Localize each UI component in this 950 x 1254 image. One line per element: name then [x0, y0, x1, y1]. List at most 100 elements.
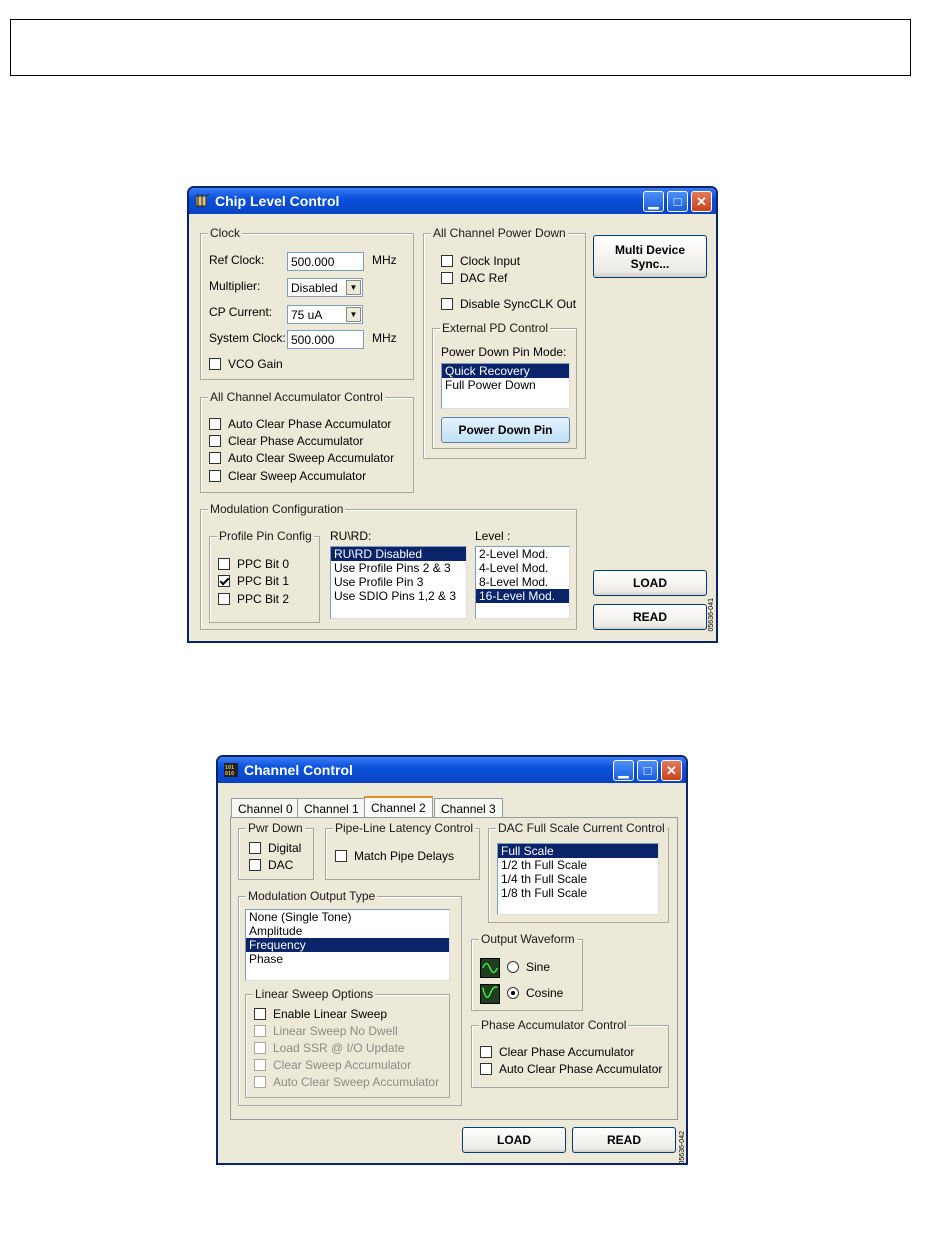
cp-current-select[interactable]: 75 uA ▼	[287, 305, 363, 324]
modulation-output-list[interactable]: None (Single Tone) Amplitude Frequency P…	[245, 909, 450, 981]
vco-gain-checkbox[interactable]: VCO Gain	[209, 357, 283, 371]
checkbox-box[interactable]	[480, 1046, 492, 1058]
minimize-icon[interactable]: ▁	[613, 760, 634, 781]
list-item[interactable]: Use Profile Pins 2 & 3	[331, 561, 466, 575]
checkbox-box[interactable]	[335, 850, 347, 862]
minimize-icon[interactable]: ▁	[643, 191, 664, 212]
list-item[interactable]: Frequency	[246, 938, 449, 952]
checkbox-box[interactable]	[249, 842, 261, 854]
close-icon[interactable]: ✕	[661, 760, 682, 781]
tab-channel-2[interactable]: Channel 2	[364, 796, 433, 818]
checkbox-box[interactable]	[480, 1063, 492, 1075]
maximize-icon[interactable]: □	[637, 760, 658, 781]
checkbox-box[interactable]	[209, 470, 221, 482]
list-item[interactable]: Full Power Down	[442, 378, 569, 392]
system-clock-input[interactable]: 500.000	[287, 330, 364, 349]
read-button[interactable]: READ	[572, 1127, 676, 1153]
power-down-pin-button[interactable]: Power Down Pin	[441, 417, 570, 443]
sine-radio[interactable]: Sine	[507, 960, 550, 974]
digital-checkbox[interactable]: Digital	[249, 841, 301, 855]
checkbox-box[interactable]	[209, 435, 221, 447]
checkbox-box[interactable]	[249, 859, 261, 871]
checkbox-box[interactable]	[218, 558, 230, 570]
multiplier-select[interactable]: Disabled ▼	[287, 278, 363, 297]
ref-clock-input[interactable]: 500.000	[287, 252, 364, 271]
checkbox-box[interactable]	[218, 593, 230, 605]
rurd-label: RU\RD:	[330, 529, 372, 543]
auto-clear-phase-acc-checkbox[interactable]: Auto Clear Phase Accumulator	[209, 417, 391, 431]
ppc-bit-1-checkbox[interactable]: PPC Bit 1	[218, 574, 289, 588]
channel-app-icon: 101010	[224, 763, 238, 777]
cosine-radio[interactable]: Cosine	[507, 986, 563, 1000]
checkbox-box[interactable]	[254, 1025, 266, 1037]
clear-phase-acc-checkbox[interactable]: Clear Phase Accumulator	[209, 434, 363, 448]
auto-clear-sweep-acc-checkbox[interactable]: Auto Clear Sweep Accumulator	[209, 451, 394, 465]
list-item[interactable]: Use SDIO Pins 1,2 & 3	[331, 589, 466, 603]
close-icon[interactable]: ✕	[691, 191, 712, 212]
rurd-list[interactable]: RU\RD Disabled Use Profile Pins 2 & 3 Us…	[330, 546, 467, 619]
chevron-down-icon[interactable]: ▼	[346, 307, 361, 322]
checkbox-box[interactable]	[209, 358, 221, 370]
tab-channel-0[interactable]: Channel 0	[231, 798, 300, 818]
chip-titlebar[interactable]: Chip Level Control ▁ □ ✕	[189, 188, 716, 214]
chevron-down-icon[interactable]: ▼	[346, 280, 361, 295]
auto-clear-sweep-acc-checkbox[interactable]: Auto Clear Sweep Accumulator	[254, 1075, 439, 1089]
dac-ref-checkbox[interactable]: DAC Ref	[441, 271, 507, 285]
ppc-bit-0-checkbox[interactable]: PPC Bit 0	[218, 557, 289, 571]
checkbox-box[interactable]	[254, 1059, 266, 1071]
list-item[interactable]: Use Profile Pin 3	[331, 575, 466, 589]
list-item[interactable]: 1/8 th Full Scale	[498, 886, 658, 900]
list-item[interactable]: 4-Level Mod.	[476, 561, 569, 575]
list-item[interactable]: 1/2 th Full Scale	[498, 858, 658, 872]
clear-phase-acc-checkbox[interactable]: Clear Phase Accumulator	[480, 1045, 634, 1059]
radio-circle[interactable]	[507, 961, 519, 973]
ppc-bit-2-checkbox[interactable]: PPC Bit 2	[218, 592, 289, 606]
linear-sweep-group: Linear Sweep Options Enable Linear Sweep…	[245, 987, 450, 1098]
maximize-icon[interactable]: □	[667, 191, 688, 212]
dac-full-scale-list[interactable]: Full Scale 1/2 th Full Scale 1/4 th Full…	[497, 843, 659, 915]
level-list[interactable]: 2-Level Mod. 4-Level Mod. 8-Level Mod. 1…	[475, 546, 570, 619]
checkbox-box[interactable]	[441, 298, 453, 310]
channel-titlebar[interactable]: 101 010 Channel Control ▁ □ ✕	[218, 757, 686, 783]
cosine-wave-icon	[480, 984, 500, 1004]
load-ssr-checkbox[interactable]: Load SSR @ I/O Update	[254, 1041, 405, 1055]
channel-control-window: 101 010 Channel Control ▁ □ ✕ Channel 0 C…	[216, 755, 688, 1165]
dac-checkbox[interactable]: DAC	[249, 858, 293, 872]
checkbox-box[interactable]	[209, 452, 221, 464]
list-item[interactable]: Full Scale	[498, 844, 658, 858]
dac-full-scale-group-label: DAC Full Scale Current Control	[496, 821, 667, 835]
list-item[interactable]: 8-Level Mod.	[476, 575, 569, 589]
list-item[interactable]: None (Single Tone)	[246, 910, 449, 924]
checkbox-box[interactable]	[441, 255, 453, 267]
auto-clear-phase-acc-checkbox[interactable]: Auto Clear Phase Accumulator	[480, 1062, 662, 1076]
list-item[interactable]: RU\RD Disabled	[331, 547, 466, 561]
list-item[interactable]: Quick Recovery	[442, 364, 569, 378]
linear-sweep-no-dwell-checkbox[interactable]: Linear Sweep No Dwell	[254, 1024, 398, 1038]
pin-mode-list[interactable]: Quick Recovery Full Power Down	[441, 363, 570, 409]
ref-clock-label: Ref Clock:	[209, 253, 265, 267]
checkmark-icon[interactable]	[218, 575, 230, 587]
clear-sweep-acc-checkbox[interactable]: Clear Sweep Accumulator	[209, 469, 366, 483]
list-item[interactable]: Phase	[246, 952, 449, 966]
checkbox-box[interactable]	[254, 1008, 266, 1020]
match-pipe-delays-checkbox[interactable]: Match Pipe Delays	[335, 849, 454, 863]
load-button[interactable]: LOAD	[593, 570, 707, 596]
checkbox-box[interactable]	[254, 1076, 266, 1088]
list-item[interactable]: 16-Level Mod.	[476, 589, 569, 603]
radio-circle[interactable]	[507, 987, 519, 999]
list-item[interactable]: Amplitude	[246, 924, 449, 938]
clock-input-checkbox[interactable]: Clock Input	[441, 254, 520, 268]
disable-syncclk-checkbox[interactable]: Disable SyncCLK Out	[441, 297, 576, 311]
tab-channel-1[interactable]: Channel 1	[297, 798, 366, 818]
clear-sweep-acc-checkbox[interactable]: Clear Sweep Accumulator	[254, 1058, 411, 1072]
enable-linear-sweep-checkbox[interactable]: Enable Linear Sweep	[254, 1007, 387, 1021]
list-item[interactable]: 1/4 th Full Scale	[498, 872, 658, 886]
checkbox-box[interactable]	[254, 1042, 266, 1054]
tab-channel-3[interactable]: Channel 3	[434, 798, 503, 818]
multi-device-sync-button[interactable]: Multi Device Sync...	[593, 235, 707, 278]
checkbox-box[interactable]	[441, 272, 453, 284]
checkbox-box[interactable]	[209, 418, 221, 430]
read-button[interactable]: READ	[593, 604, 707, 630]
load-button[interactable]: LOAD	[462, 1127, 566, 1153]
list-item[interactable]: 2-Level Mod.	[476, 547, 569, 561]
